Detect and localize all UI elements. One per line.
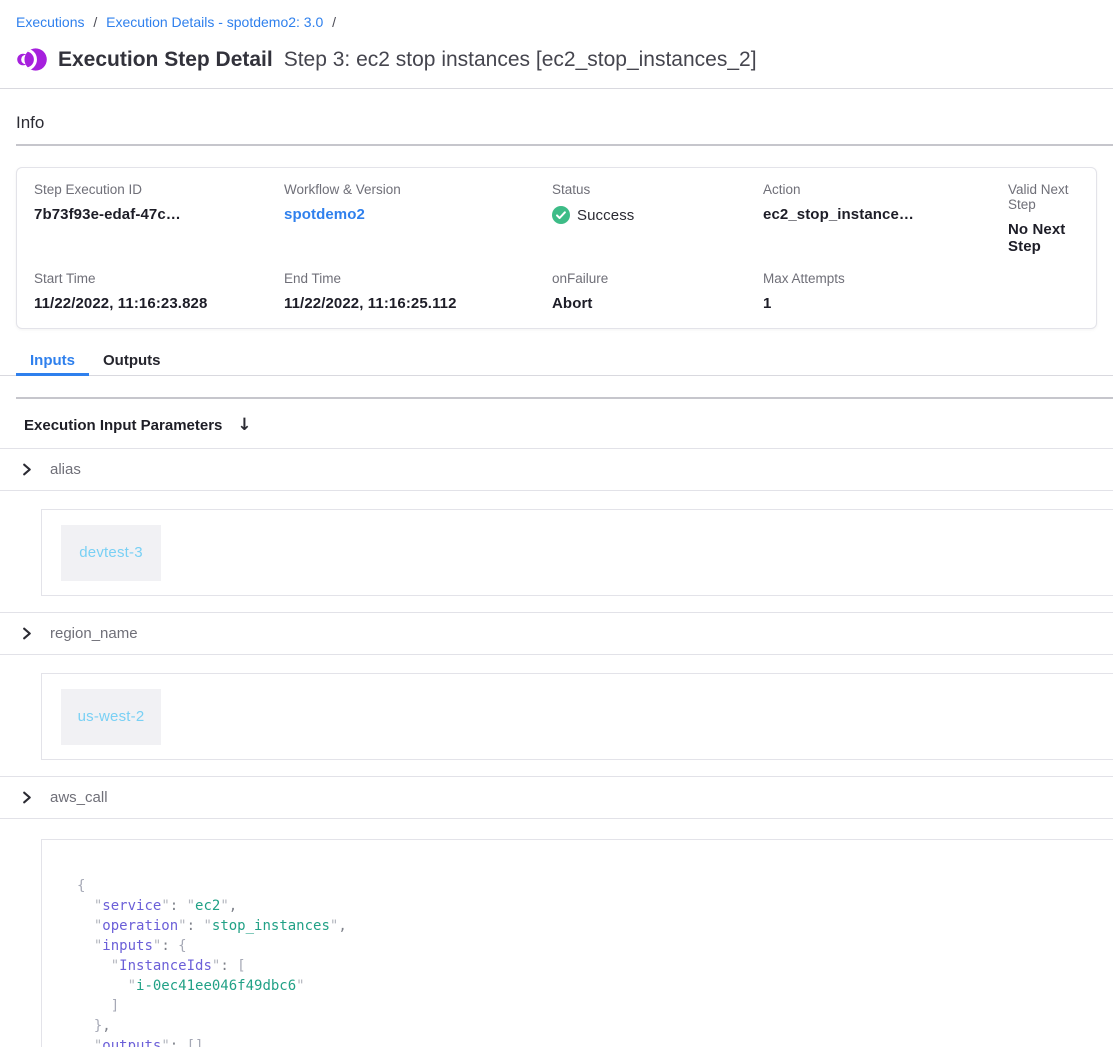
tab-bar: Inputs Outputs — [0, 346, 1113, 376]
param-value-chip: devtest-3 — [61, 525, 161, 581]
info-card: Step Execution ID 7b73f93e-edaf-47c… Wor… — [16, 167, 1097, 329]
field-value: No Next Step — [1008, 221, 1096, 255]
parameters-section-title: Execution Input Parameters — [24, 417, 222, 434]
param-value-panel-region-name: us-west-2 — [41, 673, 1113, 760]
param-value-chip: us-west-2 — [61, 689, 161, 745]
field-onfailure: onFailure Abort — [552, 271, 763, 312]
breadcrumb-separator: / — [332, 14, 336, 30]
breadcrumb: Executions / Execution Details - spotdem… — [0, 0, 1113, 30]
param-value-panel-aws-call: { "service": "ec2", "operation": "stop_i… — [41, 839, 1113, 1047]
field-value: 1 — [763, 295, 1008, 312]
field-value: Abort — [552, 295, 763, 312]
field-value: 7b73f93e-edaf-47c… — [34, 206, 284, 223]
chevron-right-icon[interactable] — [20, 791, 33, 804]
param-row-alias[interactable]: alias — [0, 448, 1113, 491]
field-label: Start Time — [34, 271, 284, 286]
chevron-right-icon[interactable] — [20, 627, 33, 640]
field-label: Workflow & Version — [284, 182, 552, 197]
app-logo-icon — [16, 44, 47, 75]
field-step-execution-id: Step Execution ID 7b73f93e-edaf-47c… — [34, 182, 284, 271]
breadcrumb-separator: / — [93, 14, 97, 30]
param-row-aws-call[interactable]: aws_call — [0, 776, 1113, 819]
arrow-down-icon[interactable]: ↓ — [237, 415, 251, 435]
param-name: region_name — [50, 625, 138, 642]
field-start-time: Start Time 11/22/2022, 11:16:23.828 — [34, 271, 284, 312]
field-workflow-version: Workflow & Version spotdemo2 — [284, 182, 552, 271]
field-action: Action ec2_stop_instance… — [763, 182, 1008, 271]
field-max-attempts: Max Attempts 1 — [763, 271, 1008, 312]
param-row-region-name[interactable]: region_name — [0, 612, 1113, 655]
field-valid-next-step: Valid Next Step No Next Step — [1008, 182, 1096, 271]
page-header: Execution Step Detail Step 3: ec2 stop i… — [16, 44, 1097, 75]
success-check-icon — [552, 206, 570, 224]
execution-input-parameters-header: Execution Input Parameters ↓ — [0, 399, 1113, 448]
field-label: Status — [552, 182, 763, 197]
field-value: 11/22/2022, 11:16:23.828 — [34, 295, 284, 312]
field-label: Max Attempts — [763, 271, 1008, 286]
code-block: { "service": "ec2", "operation": "stop_i… — [77, 876, 1113, 1047]
info-section-title: Info — [0, 89, 1113, 144]
page-title: Execution Step Detail — [58, 48, 273, 72]
param-name: alias — [50, 461, 81, 478]
field-end-time: End Time 11/22/2022, 11:16:25.112 — [284, 271, 552, 312]
param-name: aws_call — [50, 789, 108, 806]
field-value: ec2_stop_instance… — [763, 206, 1008, 223]
field-label: onFailure — [552, 271, 763, 286]
field-label: Valid Next Step — [1008, 182, 1096, 212]
field-status: Status Success — [552, 182, 763, 271]
field-label: Action — [763, 182, 1008, 197]
info-section-divider — [16, 144, 1113, 146]
field-label: Step Execution ID — [34, 182, 284, 197]
page-subtitle: Step 3: ec2 stop instances [ec2_stop_ins… — [284, 48, 757, 72]
tab-inputs[interactable]: Inputs — [16, 346, 89, 375]
field-label: End Time — [284, 271, 552, 286]
tab-outputs[interactable]: Outputs — [89, 346, 175, 375]
chevron-right-icon[interactable] — [20, 463, 33, 476]
status-badge: Success — [577, 207, 634, 224]
field-value: 11/22/2022, 11:16:25.112 — [284, 295, 552, 312]
workflow-link[interactable]: spotdemo2 — [284, 206, 552, 223]
breadcrumb-link-execution-details[interactable]: Execution Details - spotdemo2: 3.0 — [106, 14, 323, 30]
param-value-panel-alias: devtest-3 — [41, 509, 1113, 596]
breadcrumb-link-executions[interactable]: Executions — [16, 14, 84, 30]
